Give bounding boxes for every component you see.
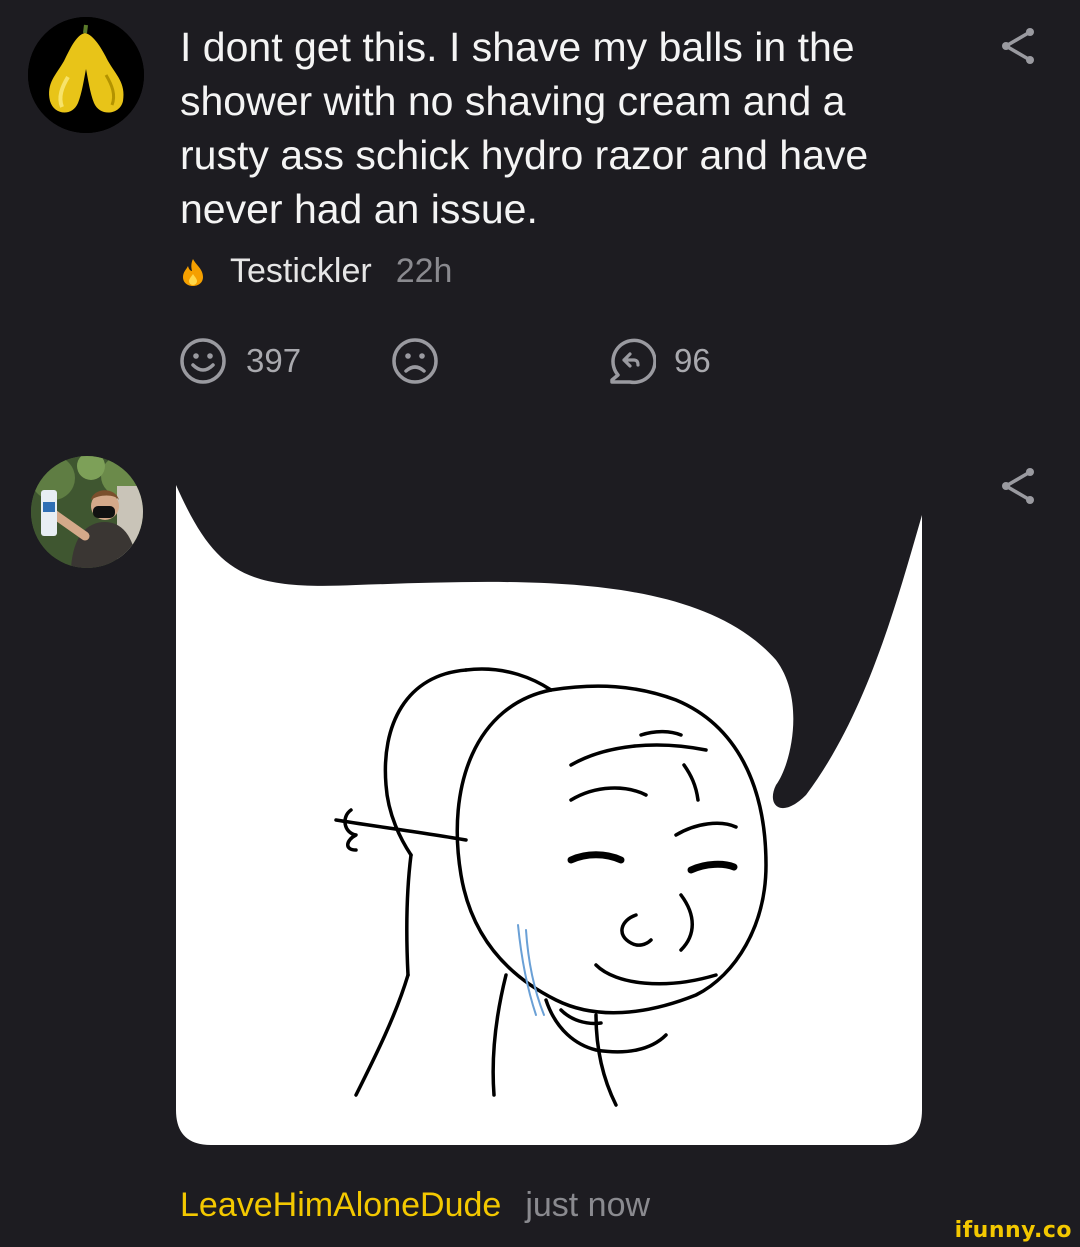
user-avatar[interactable]: [31, 456, 143, 568]
user-avatar[interactable]: [28, 17, 144, 133]
smile-count: 397: [246, 342, 302, 379]
comment-meta: Testickler 22h: [178, 252, 452, 291]
username[interactable]: LeaveHimAloneDude: [180, 1186, 501, 1225]
comment-body: I dont get this. I shave my balls in the…: [180, 24, 869, 232]
timestamp: 22h: [395, 252, 453, 290]
username[interactable]: Testickler: [230, 252, 372, 291]
timestamp: just now: [525, 1186, 651, 1224]
comment-actions: 397 96: [178, 336, 738, 386]
flame-icon: [183, 258, 203, 286]
ifunny-watermark: ifunny.co: [954, 1218, 1072, 1243]
smile-icon: [180, 338, 226, 384]
unsmile-button[interactable]: [390, 336, 440, 386]
smile-button[interactable]: 397: [178, 336, 301, 386]
reply-button[interactable]: 96: [604, 336, 711, 386]
comment-thread: I dont get this. I shave my balls in the…: [0, 0, 1080, 1247]
reply-icon: [610, 338, 656, 385]
reply-count: 96: [674, 342, 711, 379]
yellow-pepper-avatar-icon: [28, 17, 144, 133]
share-icon[interactable]: [998, 26, 1038, 66]
frown-icon: [392, 338, 438, 384]
wojak-meme-image[interactable]: [176, 455, 922, 1145]
person-with-mask-avatar-icon: [31, 456, 143, 568]
comment-meta: LeaveHimAloneDude just now: [180, 1186, 650, 1225]
share-icon[interactable]: [998, 466, 1038, 506]
